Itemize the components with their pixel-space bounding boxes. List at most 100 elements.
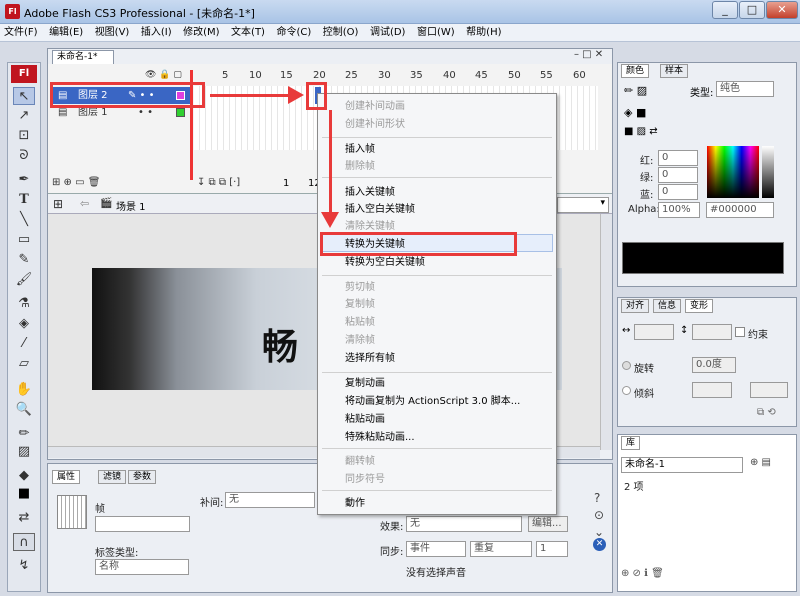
stroke-swatch-icon[interactable]: ▨	[13, 443, 35, 461]
green-input[interactable]: 0	[658, 167, 698, 183]
hex-input[interactable]: #000000	[706, 202, 774, 218]
tab-properties[interactable]: 属性	[52, 470, 81, 484]
hand-tool-icon[interactable]: ✋	[13, 381, 35, 399]
blue-input[interactable]: 0	[658, 184, 698, 200]
layer-outline-color-icon[interactable]	[176, 108, 185, 117]
tab-color[interactable]: 颜色	[621, 64, 650, 78]
color-spectrum-picker[interactable]	[707, 146, 759, 198]
transform-copy-icons[interactable]: ⧉ ⟲	[757, 407, 776, 418]
menu-help[interactable]: 帮助(H)	[462, 24, 505, 42]
label-type-dropdown[interactable]: 名称	[95, 559, 189, 575]
fill-swatch-icon[interactable]: ■	[13, 485, 35, 503]
menu-item-paste-motion-special[interactable]: 特殊粘贴动画...	[345, 431, 415, 444]
menu-control[interactable]: 控制(O)	[319, 24, 363, 42]
menu-insert[interactable]: 插入(I)	[137, 24, 176, 42]
tab-swatches[interactable]: 样本	[660, 64, 689, 78]
tab-filters[interactable]: 滤镜	[98, 470, 127, 484]
skew-radio[interactable]	[622, 386, 631, 395]
tab-info[interactable]: 信息	[653, 299, 682, 313]
tab-transform[interactable]: 变形	[685, 299, 714, 313]
zoom-tool-icon[interactable]: 🔍	[13, 401, 35, 419]
library-pin-icons[interactable]: ⊕ ▤	[750, 457, 771, 468]
properties-help-icons[interactable]: ? ⊙ ⌄	[594, 490, 604, 541]
edit-button[interactable]: 编辑...	[528, 516, 568, 532]
menu-commands[interactable]: 命令(C)	[272, 24, 315, 42]
swap-colors-icon[interactable]: ⇄	[13, 509, 35, 527]
effect-dropdown[interactable]: 无	[406, 516, 522, 532]
menu-item-paste-frames[interactable]: 粘贴帧	[345, 316, 375, 329]
constrain-checkbox[interactable]	[735, 327, 745, 337]
height-scale-input[interactable]	[692, 324, 732, 340]
menu-view[interactable]: 视图(V)	[91, 24, 134, 42]
menu-item-insert-keyframe[interactable]: 插入关键帧	[345, 186, 395, 199]
smooth-icon[interactable]: ↯	[13, 557, 35, 575]
frame-name-input[interactable]	[95, 516, 190, 532]
rotate-input[interactable]: 0.0度	[692, 357, 736, 373]
stroke-pencil-icon[interactable]: ✏ ▨	[624, 84, 647, 97]
menu-item-copy-motion[interactable]: 复制动画	[345, 377, 385, 390]
skew-v-input[interactable]	[750, 382, 788, 398]
stage-vertical-scrollbar[interactable]	[600, 214, 612, 450]
layer-visibility-icons[interactable]: 👁 🔒 ▢	[145, 70, 182, 80]
timeline-toggle-icon[interactable]: ⊞	[53, 197, 63, 211]
pen-tool-icon[interactable]: ✒	[13, 171, 35, 189]
tab-library[interactable]: 库	[621, 436, 641, 450]
eyedropper-tool-icon[interactable]: ⁄	[13, 335, 35, 353]
menu-item-clear-frames[interactable]: 清除帧	[345, 334, 375, 347]
rotate-radio[interactable]	[622, 361, 631, 370]
selection-tool-icon[interactable]: ↖	[13, 87, 35, 105]
width-scale-input[interactable]	[634, 324, 674, 340]
menu-item-synchronize-symbols[interactable]: 同步符号	[345, 473, 385, 486]
free-transform-tool-icon[interactable]: ⊡	[13, 127, 35, 145]
menu-item-copy-motion-as3[interactable]: 将动画复制为 ActionScript 3.0 脚本...	[345, 395, 520, 408]
menu-item-reverse-frames[interactable]: 翻转帧	[345, 455, 375, 468]
menu-item-insert-blank-keyframe[interactable]: 插入空白关键帧	[345, 203, 415, 216]
ink-bottle-tool-icon[interactable]: ⚗	[13, 295, 35, 313]
menu-item-create-shape-tween[interactable]: 创建补间形状	[345, 118, 405, 131]
stroke-color-icon[interactable]: ✏	[13, 425, 35, 443]
menu-item-convert-to-blank-keyframe[interactable]: 转换为空白关键帧	[345, 256, 425, 269]
menu-item-select-all-frames[interactable]: 选择所有帧	[345, 352, 395, 365]
maximize-button[interactable]: □	[739, 1, 765, 19]
accessibility-icon[interactable]: ✕	[593, 538, 606, 551]
tween-dropdown[interactable]: 无	[225, 492, 315, 508]
repeat-dropdown[interactable]: 重复	[470, 541, 532, 557]
menu-item-delete-frame[interactable]: 删除帧	[345, 160, 375, 173]
library-doc-dropdown[interactable]: 未命名-1	[621, 457, 743, 473]
menu-item-copy-frames[interactable]: 复制帧	[345, 298, 375, 311]
menu-text[interactable]: 文本(T)	[227, 24, 269, 42]
zoom-dropdown[interactable]: ▾	[557, 197, 609, 213]
fill-bucket-icon[interactable]: ◈ ■	[624, 106, 646, 119]
color-swap-icons[interactable]: ■ ▨ ⇄	[624, 126, 658, 137]
repeat-count-input[interactable]: 1	[536, 541, 568, 557]
rectangle-tool-icon[interactable]: ▭	[13, 231, 35, 249]
menu-file[interactable]: 文件(F)	[0, 24, 42, 42]
menu-debug[interactable]: 调试(D)	[366, 24, 410, 42]
menu-edit[interactable]: 编辑(E)	[45, 24, 87, 42]
menu-item-create-motion-tween[interactable]: 创建补间动画	[345, 100, 405, 113]
sync-dropdown[interactable]: 事件	[406, 541, 466, 557]
brightness-slider[interactable]	[762, 146, 774, 198]
skew-h-input[interactable]	[692, 382, 732, 398]
tab-align[interactable]: 对齐	[621, 299, 650, 313]
onion-skin-icons[interactable]: ↧ ⧉ ⧉ [·]	[197, 177, 240, 188]
eraser-tool-icon[interactable]: ▱	[13, 355, 35, 373]
brush-tool-icon[interactable]: 🖌	[13, 271, 35, 289]
text-tool-icon[interactable]: T	[13, 191, 35, 209]
menu-item-actions[interactable]: 動作	[345, 497, 365, 510]
menu-item-cut-frames[interactable]: 剪切帧	[345, 281, 375, 294]
back-arrow-icon[interactable]: ⇦	[80, 197, 89, 210]
close-button[interactable]: ✕	[766, 1, 798, 19]
color-type-dropdown[interactable]: 纯色	[716, 81, 774, 97]
subselection-tool-icon[interactable]: ↗	[13, 107, 35, 125]
menu-modify[interactable]: 修改(M)	[179, 24, 223, 42]
fill-color-icon[interactable]: ◆	[13, 467, 35, 485]
tab-parameters[interactable]: 参数	[128, 470, 157, 484]
layer-tools-icons[interactable]: ⊞ ⊕ ▭ 🗑	[52, 177, 100, 188]
document-tab[interactable]: 未命名-1*	[52, 50, 114, 64]
minimize-button[interactable]: _	[712, 1, 738, 19]
snap-magnet-icon[interactable]: ∩	[13, 533, 35, 551]
lasso-tool-icon[interactable]: ᘐ	[13, 147, 35, 165]
red-input[interactable]: 0	[658, 150, 698, 166]
menu-item-paste-motion[interactable]: 粘贴动画	[345, 413, 385, 426]
